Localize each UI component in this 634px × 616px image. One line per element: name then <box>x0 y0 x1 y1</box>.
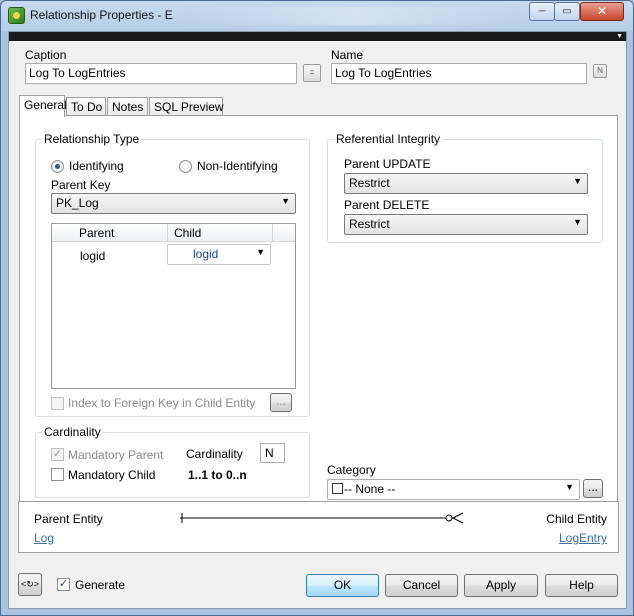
parent-entity-label: Parent Entity <box>34 512 103 526</box>
parent-key-select[interactable]: PK_Log ▼ <box>51 193 296 214</box>
parent-update-select[interactable]: Restrict ▼ <box>344 173 588 194</box>
window-title: Relationship Properties - E <box>30 8 173 22</box>
cardinality-title: Cardinality <box>42 425 103 439</box>
dialog-window: Relationship Properties - E ─ ▭ ✕ ▼ Capt… <box>0 0 634 616</box>
grid-header-child: Child <box>174 226 202 240</box>
parent-key-value: PK_Log <box>56 196 99 210</box>
name-input[interactable]: Log To LogEntries <box>331 63 587 84</box>
title-bar[interactable]: Relationship Properties - E ─ ▭ ✕ <box>1 1 633 31</box>
index-foreign-key-label: Index to Foreign Key in Child Entity <box>68 396 256 410</box>
ok-button[interactable]: OK <box>306 574 379 597</box>
name-label: Name <box>331 48 364 62</box>
grid-cell-child: logid <box>193 247 219 261</box>
grid-cell-parent[interactable]: logid <box>80 249 105 263</box>
caption-input[interactable]: Log To LogEntries <box>25 63 297 84</box>
chevron-down-icon: ▼ <box>281 196 290 206</box>
equals-button[interactable]: = <box>303 64 321 82</box>
parent-delete-label: Parent DELETE <box>344 198 430 212</box>
title-bar-blur <box>189 7 519 25</box>
category-ellipsis-button[interactable]: ... <box>583 479 603 498</box>
cardinality-input[interactable]: N <box>260 443 285 463</box>
parent-delete-value: Restrict <box>349 217 390 231</box>
identifying-label[interactable]: Identifying <box>69 159 124 173</box>
parent-update-value: Restrict <box>349 176 390 190</box>
chevron-down-icon: ▼ <box>565 482 574 492</box>
swap-direction-button[interactable]: <↻> <box>18 573 42 596</box>
category-label: Category <box>327 463 376 477</box>
grid-column-separator <box>272 224 273 242</box>
cardinality-text: 1..1 to 0..n <box>188 468 247 482</box>
chevron-down-icon[interactable]: ▼ <box>616 33 623 40</box>
dialog-client: ▼ Caption Log To LogEntries = Name Log T… <box>8 31 627 609</box>
caption-label: Caption <box>25 48 67 62</box>
toolbar-strip: ▼ <box>9 32 626 41</box>
mandatory-parent-checkbox[interactable]: ✓ <box>51 448 64 461</box>
non-identifying-label[interactable]: Non-Identifying <box>197 159 278 173</box>
index-ellipsis-button[interactable]: ... <box>270 393 292 412</box>
swap-icon: <↻> <box>20 579 40 589</box>
identifying-radio[interactable] <box>51 160 64 173</box>
chevron-down-icon: ▼ <box>573 176 582 186</box>
help-button[interactable]: Help <box>545 574 618 597</box>
mandatory-child-checkbox[interactable] <box>51 468 64 481</box>
general-tab-panel: Relationship Type Identifying Non-Identi… <box>19 115 618 522</box>
chevron-down-icon: ▼ <box>573 217 582 227</box>
index-foreign-key-checkbox[interactable] <box>51 397 64 410</box>
chevron-down-icon: ▼ <box>256 247 265 257</box>
mandatory-child-label: Mandatory Child <box>68 468 156 482</box>
relationship-type-group: Relationship Type Identifying Non-Identi… <box>35 132 310 417</box>
mandatory-parent-label: Mandatory Parent <box>68 448 164 462</box>
generate-checkbox[interactable]: ✓ <box>57 578 70 591</box>
referential-integrity-group: Referential Integrity Parent UPDATE Rest… <box>327 132 603 243</box>
app-icon <box>8 7 25 24</box>
category-value: -- None -- <box>344 482 396 496</box>
entity-panel: Parent Entity Log Child Entity LogEntry <box>18 501 619 553</box>
relationship-line-icon <box>180 512 464 524</box>
minimize-button[interactable]: ─ <box>529 2 555 21</box>
cardinality-label: Cardinality <box>186 447 243 461</box>
non-identifying-radio[interactable] <box>179 160 192 173</box>
tab-sql-preview[interactable]: SQL Preview <box>149 97 224 116</box>
grid-header-parent: Parent <box>79 226 115 240</box>
cardinality-group: Cardinality ✓ Mandatory Parent Mandatory… <box>35 425 310 498</box>
category-color-swatch <box>332 483 343 494</box>
grid-header: Parent Child <box>52 224 295 242</box>
apply-button[interactable]: Apply <box>464 574 538 597</box>
name-options-button[interactable]: N <box>593 64 607 78</box>
parent-update-label: Parent UPDATE <box>344 157 431 171</box>
category-select[interactable]: -- None -- ▼ <box>327 479 580 500</box>
key-mapping-grid[interactable]: Parent Child logid logid ▼ <box>51 223 296 389</box>
cancel-button[interactable]: Cancel <box>385 574 458 597</box>
referential-integrity-title: Referential Integrity <box>334 132 443 146</box>
child-entity-link[interactable]: LogEntry <box>559 531 607 545</box>
grid-cell-child-select[interactable]: logid ▼ <box>167 244 271 265</box>
generate-label: Generate <box>75 578 126 592</box>
tab-general[interactable]: General <box>19 95 67 117</box>
child-entity-label: Child Entity <box>546 512 607 526</box>
maximize-button[interactable]: ▭ <box>554 2 580 21</box>
grid-column-separator <box>167 224 168 242</box>
parent-entity-link[interactable]: Log <box>34 531 54 545</box>
tab-notes[interactable]: Notes <box>107 97 148 116</box>
parent-key-label: Parent Key <box>51 178 111 192</box>
relationship-type-title: Relationship Type <box>42 132 142 146</box>
parent-delete-select[interactable]: Restrict ▼ <box>344 214 588 235</box>
close-button[interactable]: ✕ <box>580 2 624 21</box>
tab-to-do[interactable]: To Do <box>66 97 106 116</box>
